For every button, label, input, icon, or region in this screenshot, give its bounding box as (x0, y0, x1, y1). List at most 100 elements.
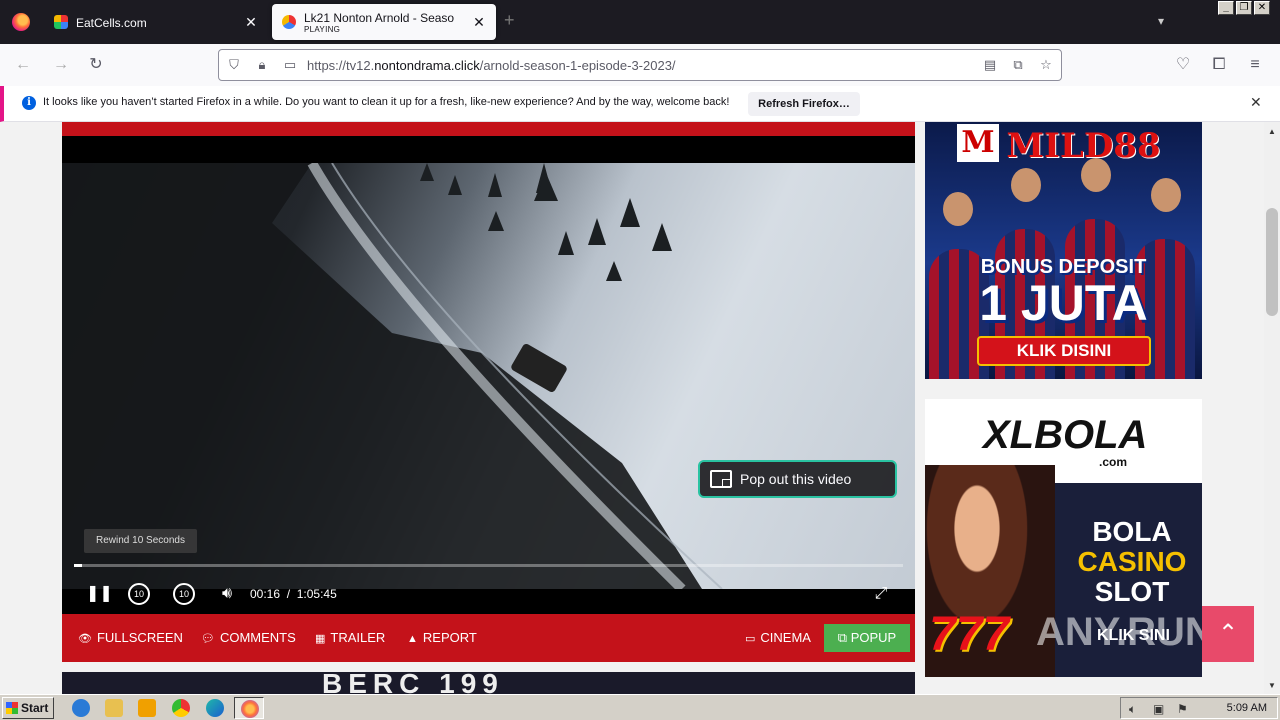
anyrun-watermark: ANY.RUN (1036, 610, 1214, 654)
bottom-banner-ad[interactable]: BERC 199 (62, 672, 915, 694)
permissions-icon[interactable]: ▭ (281, 56, 299, 74)
duration: 1:05:45 (296, 587, 337, 601)
ad1-cta-button[interactable]: KLIK DISINI (977, 336, 1151, 366)
popup-label: POPUP (850, 630, 897, 645)
system-tray: 🔈︎ ▣ ⚑ 5:09 AM (1120, 697, 1278, 719)
forward-icon[interactable]: → (50, 54, 72, 76)
tab-playing-label: PLAYING (304, 25, 341, 34)
cinema-link[interactable]: ▭ CINEMA (745, 630, 811, 645)
volume-icon[interactable]: 🔊︎ (216, 583, 238, 605)
popup-window-icon: ⧉ (837, 630, 851, 645)
url-bar[interactable]: ⛉ 🔒︎ ▭ https://tv12.nontondrama.click/ar… (218, 49, 1062, 81)
refresh-firefox-button[interactable]: Refresh Firefox… (748, 92, 860, 116)
close-window-button[interactable]: ✕ (1254, 1, 1270, 15)
shield-icon[interactable]: ⛉ (225, 56, 243, 74)
eatcells-favicon-icon (54, 15, 68, 29)
monitor-icon: ▭ (745, 633, 756, 645)
rewind-10-icon[interactable]: 10 (128, 583, 150, 605)
fullscreen-label: FULLSCREEN (96, 630, 183, 645)
close-tab-icon[interactable]: ✕ (242, 13, 260, 31)
pop-out-video-button[interactable]: Pop out this video (698, 460, 897, 498)
trailer-link[interactable]: ▦ TRAILER (315, 630, 385, 645)
pocket-icon[interactable]: ♡ (1172, 54, 1194, 76)
fullscreen-icon[interactable]: ⤢ (870, 583, 892, 605)
new-tab-button[interactable]: + (504, 10, 515, 31)
picture-in-picture-icon[interactable]: ⧉ (1009, 56, 1027, 74)
close-notification-icon[interactable]: ✕ (1250, 94, 1262, 111)
ad2-line1: BOLA (1092, 516, 1172, 547)
url-domain: nontondrama.click (374, 58, 480, 73)
extensions-icon[interactable]: ⧠ (1208, 54, 1230, 76)
forward-10-icon[interactable]: 10 (173, 583, 195, 605)
report-label: REPORT (422, 630, 477, 645)
popup-button[interactable]: ⧉ POPUP (824, 624, 910, 652)
notification-bar: i It looks like you haven’t started Fire… (0, 86, 1280, 122)
chrome-icon[interactable] (172, 699, 190, 717)
network-tray-icon[interactable]: ▣ (1153, 702, 1164, 716)
tab-eatcells[interactable]: EatCells.com ✕ (44, 4, 268, 40)
close-tab-icon[interactable]: ✕ (470, 13, 488, 31)
pop-out-label: Pop out this video (740, 471, 852, 487)
mild88-ad[interactable]: M MILD88 BONUS DEPOSIT 1 JUTA KLIK DISIN… (925, 122, 1202, 379)
scrollbar-thumb[interactable] (1266, 208, 1278, 316)
media-player-icon[interactable] (138, 699, 156, 717)
footballer-head (943, 192, 973, 226)
video-frame[interactable]: Pop out this video (62, 163, 915, 589)
scroll-to-top-button[interactable]: ⌃ (1202, 606, 1254, 662)
bookmark-star-icon[interactable]: ☆ (1037, 56, 1055, 74)
back-icon[interactable]: ← (12, 54, 34, 76)
start-button[interactable]: Start (2, 697, 54, 719)
reload-icon[interactable]: ↻ (85, 54, 107, 76)
scroll-up-arrow-icon[interactable]: ▲ (1264, 124, 1280, 140)
restore-button[interactable]: ❐ (1236, 1, 1252, 15)
fullscreen-link[interactable]: 👁︎ FULLSCREEN (78, 630, 183, 645)
menu-icon[interactable]: ≡ (1244, 54, 1266, 76)
progress-bar[interactable] (74, 564, 903, 567)
current-time: 00:16 (250, 587, 281, 601)
ad2-line3: SLOT (1094, 576, 1170, 607)
lock-icon[interactable]: 🔒︎ (253, 56, 271, 74)
mild88-logo: MILD88 (1006, 126, 1161, 166)
list-all-tabs-icon[interactable]: ▾ (1158, 14, 1164, 28)
tab-bar: EatCells.com ✕ Lk21 Nonton Arnold - Seas… (0, 0, 1280, 44)
time-separator: / (286, 587, 291, 601)
firefox-logo-icon[interactable] (12, 13, 30, 31)
flag-tray-icon[interactable]: ⚑ (1177, 702, 1188, 716)
tab-title: Lk21 Nonton Arnold - Season 1 Ep (304, 11, 454, 25)
lk21-favicon-icon (282, 15, 296, 29)
firefox-icon (241, 700, 259, 718)
video-player[interactable]: Pop out this video Rewind 10 Seconds ❚❚ … (62, 136, 915, 614)
firefox-taskbar-button[interactable] (234, 697, 264, 719)
edge-icon[interactable] (206, 699, 224, 717)
url-prefix: https://tv12. (307, 58, 375, 73)
report-link[interactable]: ▲ REPORT (407, 630, 477, 645)
warning-icon: ▲ (407, 633, 418, 645)
eye-icon: 👁︎ (78, 633, 92, 645)
comment-icon: 💬︎ (201, 633, 215, 645)
time-display: 00:16 / 1:05:45 (250, 587, 337, 601)
notification-text: It looks like you haven’t started Firefo… (43, 96, 730, 108)
xlbola-logo: XLBOLA .com (983, 413, 1148, 469)
url-path: /arnold-season-1-episode-3-2023/ (479, 58, 676, 73)
red-header-strip (62, 122, 915, 136)
footballer-head (1151, 178, 1181, 212)
volume-tray-icon[interactable]: 🔈︎ (1129, 702, 1136, 717)
snowy-forest-scene (62, 163, 723, 589)
tab-lk21[interactable]: Lk21 Nonton Arnold - Season 1 Ep PLAYING… (272, 4, 496, 40)
navigation-bar: ← → ↻ ⛉ 🔒︎ ▭ https://tv12.nontondrama.cl… (0, 44, 1280, 86)
page-scrollbar[interactable]: ▲ ▼ (1264, 122, 1280, 694)
ad2-line2: CASINO (1077, 546, 1187, 577)
ie-icon[interactable] (72, 699, 90, 717)
ad1-amount: 1 JUTA (979, 275, 1148, 331)
lucky-sevens: 777 (929, 608, 1010, 661)
reader-view-icon[interactable]: ▤ (981, 56, 999, 74)
xlbola-brand: XLBOLA (983, 413, 1148, 457)
scroll-down-arrow-icon[interactable]: ▼ (1264, 678, 1280, 694)
folder-icon[interactable] (105, 699, 123, 717)
minimize-button[interactable]: _ (1218, 1, 1234, 15)
info-icon: i (22, 96, 36, 110)
pause-icon[interactable]: ❚❚ (86, 583, 113, 605)
url-text[interactable]: https://tv12.nontondrama.click/arnold-se… (307, 58, 676, 73)
rewind-tooltip: Rewind 10 Seconds (84, 529, 197, 553)
comments-link[interactable]: 💬︎ COMMENTS (201, 630, 296, 645)
